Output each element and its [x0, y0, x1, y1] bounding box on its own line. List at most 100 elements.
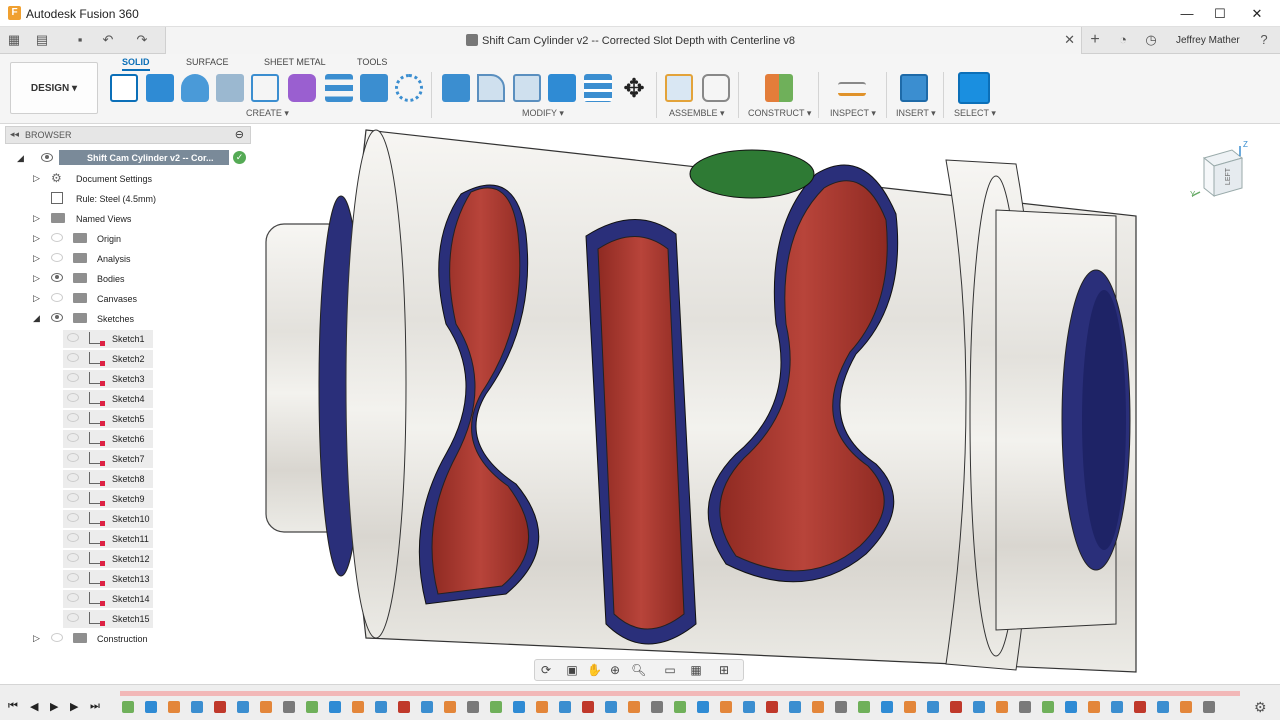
select-menu[interactable]: SELECT ▾	[954, 108, 996, 119]
visibility-eye-icon[interactable]	[41, 153, 53, 162]
browser-item-sketch[interactable]: Sketch9	[63, 490, 153, 508]
tab-sheet-metal[interactable]: SHEET METAL	[264, 57, 326, 67]
offset-plane-icon[interactable]	[765, 74, 793, 102]
timeline-feature-icon[interactable]	[812, 701, 824, 713]
browser-item-sketch[interactable]: Sketch10	[63, 510, 153, 528]
collapse-arrow-icon[interactable]: ◢	[33, 313, 40, 324]
browser-item-sketch[interactable]: Sketch11	[63, 530, 153, 548]
timeline-feature-icon[interactable]	[927, 701, 939, 713]
visibility-eye-icon[interactable]	[51, 633, 63, 642]
visibility-eye-icon[interactable]	[67, 493, 79, 502]
timeline-feature-icon[interactable]	[375, 701, 387, 713]
3d-viewport[interactable]	[256, 124, 1280, 684]
timeline-feature-icon[interactable]	[122, 701, 134, 713]
save-icon[interactable]: ▪	[72, 32, 88, 48]
timeline-feature-icon[interactable]	[651, 701, 663, 713]
hole-icon[interactable]	[216, 74, 244, 102]
step-back-icon[interactable]: ◀	[30, 700, 38, 713]
combine-bodies-icon[interactable]	[548, 74, 576, 102]
settings-gear-icon[interactable]: ⚙	[1254, 699, 1267, 716]
timeline-feature-icon[interactable]	[444, 701, 456, 713]
grid-settings-icon[interactable]: ▦	[689, 663, 703, 677]
zoom-window-icon[interactable]: ⊕	[608, 663, 622, 677]
timeline-feature-icon[interactable]	[260, 701, 272, 713]
timeline-feature-icon[interactable]	[996, 701, 1008, 713]
construct-menu[interactable]: CONSTRUCT ▾	[748, 108, 811, 119]
grid-icon[interactable]: ▦	[6, 32, 22, 48]
go-to-end-icon[interactable]: ⏭	[90, 700, 100, 713]
move-copy-icon[interactable]: ✥	[620, 74, 648, 102]
visibility-eye-icon[interactable]	[67, 393, 79, 402]
zoom-icon[interactable]: 🔍︎	[631, 663, 646, 677]
shift-cam-cylinder-model[interactable]	[256, 124, 1280, 684]
display-settings-icon[interactable]: ▭	[663, 663, 677, 677]
collapse-arrow-icon[interactable]: ◢	[17, 153, 24, 164]
timeline-feature-icon[interactable]	[605, 701, 617, 713]
expand-arrow-icon[interactable]: ▷	[33, 293, 40, 304]
redo-icon[interactable]: ↷	[134, 32, 150, 48]
visibility-eye-icon[interactable]	[67, 613, 79, 622]
measure-icon[interactable]	[838, 82, 866, 96]
timeline-feature-icon[interactable]	[352, 701, 364, 713]
pan-icon[interactable]: ✋	[587, 663, 602, 677]
timeline-feature-icon[interactable]	[1065, 701, 1077, 713]
timeline-feature-icon[interactable]	[214, 701, 226, 713]
expand-arrow-icon[interactable]: ▷	[33, 173, 40, 184]
file-icon[interactable]: ▤	[34, 32, 50, 48]
tab-tools[interactable]: TOOLS	[357, 57, 387, 67]
expand-arrow-icon[interactable]: ▷	[33, 253, 40, 264]
collapse-browser-icon[interactable]: ◂◂	[10, 129, 19, 140]
browser-item-origin[interactable]: ▷ Origin	[33, 230, 163, 248]
browser-item-sketch[interactable]: Sketch4	[63, 390, 153, 408]
expand-arrow-icon[interactable]: ▷	[33, 213, 40, 224]
create-sketch-icon[interactable]	[110, 74, 138, 102]
browser-root[interactable]: ◢ Shift Cam Cylinder v2 -- Cor... ✓	[17, 150, 252, 168]
timeline-feature-icon[interactable]	[881, 701, 893, 713]
close-window-button[interactable]: ✕	[1234, 0, 1280, 27]
timeline-feature-icon[interactable]	[697, 701, 709, 713]
insert-image-icon[interactable]	[900, 74, 928, 102]
browser-item-sketch[interactable]: Sketch7	[63, 450, 153, 468]
browser-item-sketches[interactable]: ◢ Sketches	[33, 310, 163, 328]
browser-item-named-views[interactable]: ▷ Named Views	[33, 210, 163, 228]
browser-item-analysis[interactable]: ▷ Analysis	[33, 250, 163, 268]
play-icon[interactable]: ▶	[50, 700, 58, 713]
jobs-icon[interactable]: ◔	[1115, 32, 1131, 48]
timeline-feature-icon[interactable]	[743, 701, 755, 713]
timeline-feature-icon[interactable]	[467, 701, 479, 713]
browser-item-sketch[interactable]: Sketch15	[63, 610, 153, 628]
pattern-icon[interactable]	[395, 74, 423, 102]
browser-item-sketch[interactable]: Sketch2	[63, 350, 153, 368]
timeline-feature-icon[interactable]	[1042, 701, 1054, 713]
undo-icon[interactable]: ↶	[100, 32, 116, 48]
timeline-feature-icon[interactable]	[904, 701, 916, 713]
browser-item-canvases[interactable]: ▷ Canvases	[33, 290, 163, 308]
revolve-icon[interactable]	[181, 74, 209, 102]
timeline-feature-icon[interactable]	[191, 701, 203, 713]
timeline-feature-icon[interactable]	[490, 701, 502, 713]
timeline-feature-icon[interactable]	[1157, 701, 1169, 713]
viewcube[interactable]: LEFT Z Y	[1190, 140, 1252, 202]
visibility-eye-icon[interactable]	[67, 593, 79, 602]
visibility-eye-icon[interactable]	[67, 333, 79, 342]
minimize-browser-icon[interactable]: ⊖	[235, 128, 244, 141]
expand-arrow-icon[interactable]: ▷	[33, 273, 40, 284]
timeline-feature-icon[interactable]	[674, 701, 686, 713]
combine-icon[interactable]	[360, 74, 388, 102]
select-icon[interactable]	[958, 72, 990, 104]
document-tab[interactable]: Shift Cam Cylinder v2 -- Corrected Slot …	[165, 27, 1082, 54]
shell-icon[interactable]	[513, 74, 541, 102]
go-to-start-icon[interactable]: ⏮	[8, 700, 18, 713]
timeline-feature-icon[interactable]	[237, 701, 249, 713]
browser-item-sketch[interactable]: Sketch5	[63, 410, 153, 428]
timeline-feature-icon[interactable]	[720, 701, 732, 713]
browser-item-sketch[interactable]: Sketch1	[63, 330, 153, 348]
expand-arrow-icon[interactable]: ▷	[33, 233, 40, 244]
visibility-eye-icon[interactable]	[67, 473, 79, 482]
timeline-feature-icon[interactable]	[1111, 701, 1123, 713]
timeline-feature-icon[interactable]	[582, 701, 594, 713]
rectangular-pattern-icon[interactable]	[251, 74, 279, 102]
help-icon[interactable]: ?	[1256, 32, 1272, 48]
browser-item-sketch[interactable]: Sketch6	[63, 430, 153, 448]
visibility-eye-icon[interactable]	[67, 373, 79, 382]
